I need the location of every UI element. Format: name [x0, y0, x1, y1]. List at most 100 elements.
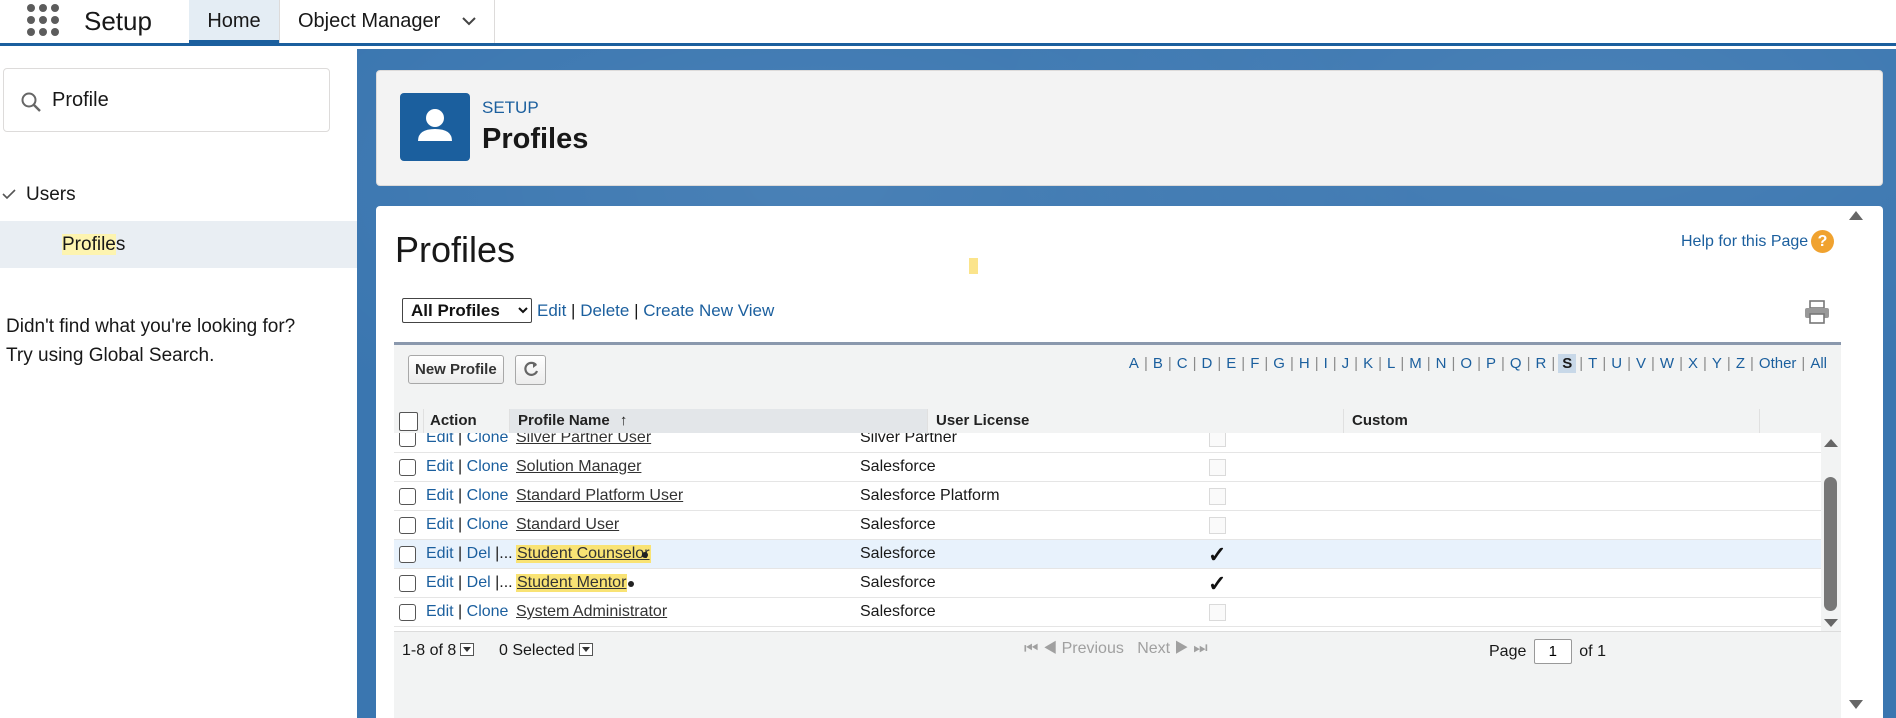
last-page-icon[interactable]: ⏭: [1193, 640, 1207, 657]
alphabet-letter-i[interactable]: I: [1322, 355, 1330, 372]
row-more-actions[interactable]: |...: [495, 574, 513, 591]
row-edit-link[interactable]: Edit: [426, 545, 454, 562]
alphabet-letter-q[interactable]: Q: [1508, 355, 1524, 372]
table-row[interactable]: Edit | Clone Standard User Salesforce: [394, 511, 1821, 540]
alphabet-letter-x[interactable]: X: [1686, 355, 1700, 372]
alphabet-letter-f[interactable]: F: [1248, 355, 1261, 372]
view-select[interactable]: All Profiles: [402, 298, 532, 323]
row-edit-link[interactable]: Edit: [426, 487, 454, 504]
row-edit-link[interactable]: Edit: [426, 603, 454, 620]
view-delete-link[interactable]: Delete: [580, 301, 629, 320]
table-row[interactable]: Edit | Clone Silver Partner User Silver Pa…: [394, 433, 1821, 453]
row-checkbox[interactable]: [399, 575, 416, 592]
row-clone-link[interactable]: Clone: [467, 516, 509, 533]
row-clone-link[interactable]: Clone: [467, 458, 509, 475]
alphabet-letter-p[interactable]: P: [1484, 355, 1498, 372]
record-count[interactable]: 1-8 of 8: [402, 642, 475, 660]
alphabet-letter-y[interactable]: Y: [1710, 355, 1724, 372]
header-profile-name[interactable]: Profile Name ↑: [510, 409, 928, 433]
selected-count[interactable]: 0 Selected: [499, 642, 593, 660]
alphabet-letter-j[interactable]: J: [1340, 355, 1352, 372]
tab-object-manager[interactable]: Object Manager: [279, 0, 495, 43]
table-row[interactable]: Edit | Clone System Administrator Salesfor…: [394, 598, 1821, 627]
profile-name-link[interactable]: Silver Partner User: [516, 433, 651, 447]
dropdown-arrow-icon[interactable]: [578, 643, 593, 656]
alphabet-letter-m[interactable]: M: [1407, 355, 1424, 372]
tab-home[interactable]: Home: [189, 0, 279, 43]
page-scroll-down-icon[interactable]: [1849, 700, 1863, 709]
tree-node-profiles[interactable]: Profiles: [0, 221, 357, 268]
alphabet-letter-k[interactable]: K: [1361, 355, 1375, 372]
select-all-checkbox[interactable]: [399, 412, 418, 431]
alphabet-letter-a[interactable]: A: [1127, 355, 1141, 372]
next-arrow-icon[interactable]: ▶: [1175, 640, 1189, 657]
table-row[interactable]: Edit | Del |... Student Mentor Salesforce ✓: [394, 569, 1821, 598]
profile-name-link[interactable]: Student Mentor: [516, 574, 628, 592]
scroll-thumb[interactable]: [1824, 477, 1837, 611]
previous-arrow-icon[interactable]: ◀: [1043, 640, 1057, 657]
row-delete-link[interactable]: Del: [467, 545, 491, 562]
page-scroll-up-icon[interactable]: [1849, 211, 1863, 220]
row-clone-link[interactable]: Clone: [467, 487, 509, 504]
refresh-button[interactable]: [515, 355, 546, 385]
help-link[interactable]: Help for this Page: [1681, 233, 1808, 251]
new-profile-button[interactable]: New Profile: [408, 355, 504, 384]
next-link[interactable]: Next: [1137, 640, 1170, 657]
table-row[interactable]: Edit | Clone Solution Manager Salesforce: [394, 453, 1821, 482]
alphabet-letter-h[interactable]: H: [1297, 355, 1312, 372]
alphabet-letter-s[interactable]: S: [1558, 354, 1577, 373]
profile-name-link[interactable]: Student Counselor: [516, 545, 651, 563]
row-delete-link[interactable]: Del: [467, 574, 491, 591]
alphabet-letter-e[interactable]: E: [1224, 355, 1238, 372]
alphabet-letter-u[interactable]: U: [1609, 355, 1624, 372]
header-custom[interactable]: Custom: [1344, 409, 1760, 433]
alphabet-letter-v[interactable]: V: [1634, 355, 1648, 372]
list-scrollbar[interactable]: [1821, 433, 1841, 631]
alphabet-letter-g[interactable]: G: [1271, 355, 1287, 372]
first-page-icon[interactable]: ⏮: [1024, 640, 1038, 657]
alphabet-letter-c[interactable]: C: [1175, 355, 1190, 372]
printer-icon[interactable]: [1803, 300, 1831, 324]
table-row[interactable]: Edit | Del |... Student Counselor Salesfor…: [394, 540, 1821, 569]
row-edit-link[interactable]: Edit: [426, 433, 454, 446]
help-icon[interactable]: ?: [1811, 230, 1834, 253]
quick-find-box[interactable]: [3, 68, 330, 132]
chevron-down-icon[interactable]: [462, 14, 476, 28]
row-checkbox[interactable]: [399, 459, 416, 476]
profile-name-link[interactable]: Standard Platform User: [516, 487, 683, 505]
view-edit-link[interactable]: Edit: [537, 301, 566, 320]
profile-name-link[interactable]: Solution Manager: [516, 458, 641, 476]
page-number-input[interactable]: [1533, 639, 1572, 664]
dropdown-arrow-icon[interactable]: [460, 643, 475, 656]
alphabet-letter-z[interactable]: Z: [1734, 355, 1747, 372]
profile-name-link[interactable]: Standard User: [516, 516, 619, 534]
row-clone-link[interactable]: Clone: [467, 433, 509, 446]
alphabet-letter-l[interactable]: L: [1385, 355, 1397, 372]
alphabet-letter-w[interactable]: W: [1658, 355, 1676, 372]
profile-name-link[interactable]: System Administrator: [516, 603, 667, 621]
row-edit-link[interactable]: Edit: [426, 516, 454, 533]
scroll-down-arrow-icon[interactable]: [1824, 619, 1838, 627]
header-user-license[interactable]: User License: [928, 409, 1344, 433]
alphabet-letter-t[interactable]: T: [1586, 355, 1599, 372]
app-launcher-icon[interactable]: [26, 3, 60, 37]
row-checkbox[interactable]: [399, 604, 416, 621]
alphabet-letter-d[interactable]: D: [1200, 355, 1215, 372]
row-edit-link[interactable]: Edit: [426, 574, 454, 591]
quick-find-input[interactable]: [52, 85, 312, 115]
scroll-up-arrow-icon[interactable]: [1824, 439, 1838, 447]
alphabet-letter-b[interactable]: B: [1151, 355, 1165, 372]
chevron-expanded-icon[interactable]: [2, 187, 16, 201]
alphabet-letter-r[interactable]: R: [1533, 355, 1548, 372]
row-checkbox[interactable]: [399, 546, 416, 563]
previous-link[interactable]: Previous: [1062, 640, 1124, 657]
row-edit-link[interactable]: Edit: [426, 458, 454, 475]
row-clone-link[interactable]: Clone: [467, 603, 509, 620]
alphabet-letter-other[interactable]: Other: [1757, 355, 1799, 372]
row-checkbox[interactable]: [399, 488, 416, 505]
row-checkbox[interactable]: [399, 517, 416, 534]
alphabet-letter-n[interactable]: N: [1434, 355, 1449, 372]
alphabet-letter-all[interactable]: All: [1808, 355, 1829, 372]
alphabet-letter-o[interactable]: O: [1458, 355, 1474, 372]
table-row[interactable]: Edit | Clone Standard Platform User Salesf…: [394, 482, 1821, 511]
